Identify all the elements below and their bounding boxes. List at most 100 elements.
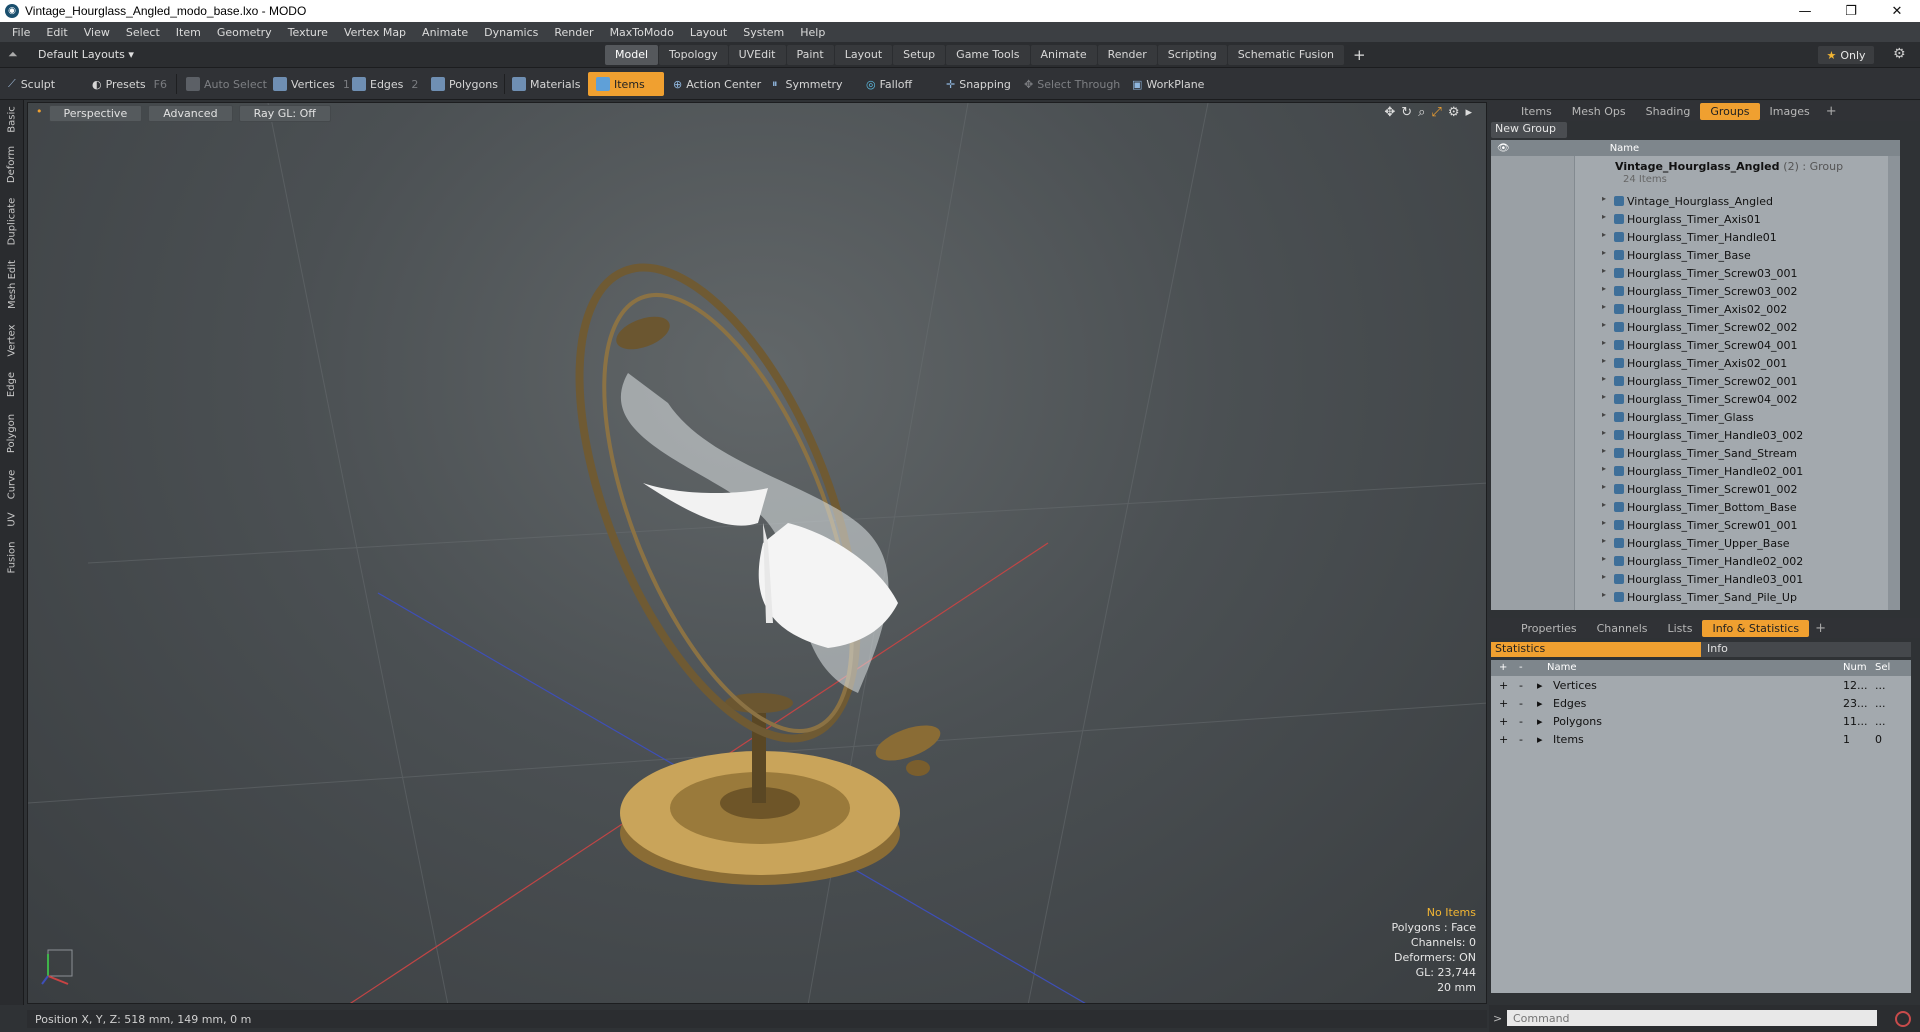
tab-duplicate[interactable]: Duplicate	[2, 196, 22, 246]
group-item-row[interactable]: ▸ Hourglass_Timer_Screw02_002	[1491, 318, 1888, 336]
subtab-statistics[interactable]: Statistics	[1491, 642, 1701, 657]
row-plus-icon[interactable]: +	[1499, 733, 1508, 746]
workplane-button[interactable]: ▣ WorkPlane	[1132, 72, 1204, 96]
stats-row[interactable]: + - ▸ Polygons 11... ...	[1491, 712, 1911, 730]
subtab-info[interactable]: Info	[1701, 642, 1911, 657]
row-minus-icon[interactable]: -	[1519, 715, 1523, 728]
add-bottom-tab-icon[interactable]: +	[1809, 621, 1832, 636]
tab-images[interactable]: Images	[1760, 103, 1820, 120]
group-item-row[interactable]: ▸ Hourglass_Timer_Handle03_002	[1491, 426, 1888, 444]
expand-arrow-icon[interactable]: ▸	[1602, 590, 1606, 599]
add-panel-tab-icon[interactable]: +	[1820, 104, 1843, 119]
group-item-row[interactable]: ▸ Hourglass_Timer_Screw03_002	[1491, 282, 1888, 300]
expand-arrow-icon[interactable]: ▸	[1602, 194, 1606, 203]
groups-scrollbar[interactable]	[1888, 156, 1900, 610]
command-input[interactable]	[1507, 1010, 1877, 1026]
snapping-button[interactable]: ✛ Snapping	[946, 72, 1011, 96]
expand-arrow-icon[interactable]: ▸	[1602, 536, 1606, 545]
expand-arrow-icon[interactable]: ▸	[1602, 446, 1606, 455]
group-item-row[interactable]: ▸ Hourglass_Timer_Sand_Pile_Up	[1491, 588, 1888, 606]
add-tab-icon[interactable]: +	[1345, 45, 1374, 65]
items-button[interactable]: Items	[588, 72, 664, 96]
symmetry-button[interactable]: ⏸ Symmetry	[772, 72, 843, 96]
materials-button[interactable]: Materials	[512, 72, 580, 96]
tab-render[interactable]: Render	[1097, 45, 1157, 65]
group-item-row[interactable]: ▸ Hourglass_Timer_Screw03_001	[1491, 264, 1888, 282]
expand-arrow-icon[interactable]: ▸	[1602, 410, 1606, 419]
row-expand-icon[interactable]: ▸	[1537, 679, 1543, 692]
select-through-button[interactable]: ✥ Select Through	[1024, 72, 1120, 96]
expand-arrow-icon[interactable]: ▸	[1602, 572, 1606, 581]
tab-model[interactable]: Model	[605, 45, 659, 65]
menu-item[interactable]: Item	[168, 26, 209, 39]
row-plus-icon[interactable]: +	[1499, 697, 1508, 710]
expand-arrow-icon[interactable]: ▸	[1602, 356, 1606, 365]
expand-arrow-icon[interactable]: ▸	[1602, 284, 1606, 293]
tab-mesh-ops[interactable]: Mesh Ops	[1562, 103, 1636, 120]
group-item-row[interactable]: ▸ Hourglass_Timer_Handle01	[1491, 228, 1888, 246]
menu-edit[interactable]: Edit	[38, 26, 75, 39]
zoom-icon[interactable]: ⌕	[1418, 105, 1425, 120]
gear-icon[interactable]: ⚙	[1893, 46, 1906, 62]
row-expand-icon[interactable]: ▸	[1537, 715, 1543, 728]
shading-dropdown[interactable]: Advanced	[148, 105, 233, 122]
rotate-icon[interactable]: ↻	[1401, 105, 1412, 120]
group-item-row[interactable]: ▸ Vintage_Hourglass_Angled	[1491, 192, 1888, 210]
tab-groups[interactable]: Groups	[1700, 102, 1760, 120]
group-item-row[interactable]: ▸ Hourglass_Timer_Screw01_002	[1491, 480, 1888, 498]
tab-topology[interactable]: Topology	[659, 45, 728, 65]
menu-dynamics[interactable]: Dynamics	[476, 26, 546, 39]
tab-paint[interactable]: Paint	[786, 45, 834, 65]
expand-arrow-icon[interactable]: ▸	[1602, 230, 1606, 239]
expand-arrow-icon[interactable]: ▸	[1602, 500, 1606, 509]
tab-polygon[interactable]: Polygon	[2, 408, 22, 458]
expand-arrow-icon[interactable]: ▸	[1602, 518, 1606, 527]
group-row[interactable]: Vintage_Hourglass_Angled (2) : Group	[1615, 160, 1843, 173]
menu-render[interactable]: Render	[546, 26, 601, 39]
restore-icon[interactable]: ❐	[1828, 0, 1874, 22]
tab-info-statistics[interactable]: Info & Statistics	[1702, 619, 1810, 637]
tab-shading[interactable]: Shading	[1636, 103, 1701, 120]
tab-uvedit[interactable]: UVEdit	[728, 45, 786, 65]
tab-layout[interactable]: Layout	[834, 45, 893, 65]
presets-button[interactable]: ◐ Presets F6	[92, 72, 167, 96]
tab-edge[interactable]: Edge	[2, 366, 22, 402]
group-item-row[interactable]: ▸ Hourglass_Timer_Axis02_002	[1491, 300, 1888, 318]
expand-arrow-icon[interactable]: ▸	[1602, 302, 1606, 311]
pan-icon[interactable]: ✥	[1384, 105, 1395, 120]
menu-system[interactable]: System	[735, 26, 792, 39]
close-icon[interactable]: ✕	[1874, 0, 1920, 22]
tab-lists[interactable]: Lists	[1658, 620, 1703, 637]
menu-geometry[interactable]: Geometry	[209, 26, 280, 39]
row-minus-icon[interactable]: -	[1519, 697, 1523, 710]
menu-view[interactable]: View	[76, 26, 118, 39]
tab-items[interactable]: Items	[1511, 103, 1562, 120]
stats-row[interactable]: + - ▸ Vertices 12... ...	[1491, 676, 1911, 694]
new-group-button[interactable]: New Group	[1491, 122, 1567, 138]
polygons-button[interactable]: Polygons	[431, 72, 498, 96]
viewport-settings-icon[interactable]: ⚙	[1448, 105, 1460, 120]
tab-vertex[interactable]: Vertex	[2, 320, 22, 360]
expand-arrow-icon[interactable]: ▸	[1602, 248, 1606, 257]
row-minus-icon[interactable]: -	[1519, 679, 1523, 692]
expand-arrow-icon[interactable]: ▸	[1465, 105, 1472, 120]
tab-setup[interactable]: Setup	[893, 45, 946, 65]
group-item-row[interactable]: ▸ Hourglass_Timer_Screw04_002	[1491, 390, 1888, 408]
menu-vertex-map[interactable]: Vertex Map	[336, 26, 414, 39]
group-item-row[interactable]: ▸ Hourglass_Timer_Handle02_002	[1491, 552, 1888, 570]
expand-arrow-icon[interactable]: ▸	[1602, 212, 1606, 221]
3d-viewport[interactable]: • Perspective Advanced Ray GL: Off ✥ ↻ ⌕…	[27, 102, 1487, 1004]
group-item-row[interactable]: ▸ Hourglass_Timer_Base	[1491, 246, 1888, 264]
record-macro-icon[interactable]	[1895, 1011, 1911, 1027]
layout-toggle-icon[interactable]: ⏶	[8, 47, 18, 62]
group-item-row[interactable]: ▸ Hourglass_Timer_Sand_Stream	[1491, 444, 1888, 462]
expand-arrow-icon[interactable]: ▸	[1602, 464, 1606, 473]
tab-game-tools[interactable]: Game Tools	[946, 45, 1030, 65]
edges-button[interactable]: Edges 2	[352, 72, 418, 96]
expand-arrow-icon[interactable]: ▸	[1602, 482, 1606, 491]
tab-properties[interactable]: Properties	[1511, 620, 1587, 637]
expand-arrow-icon[interactable]: ▸	[1602, 266, 1606, 275]
menu-texture[interactable]: Texture	[280, 26, 336, 39]
menu-select[interactable]: Select	[118, 26, 168, 39]
action-center-button[interactable]: ⊕ Action Center	[673, 72, 761, 96]
